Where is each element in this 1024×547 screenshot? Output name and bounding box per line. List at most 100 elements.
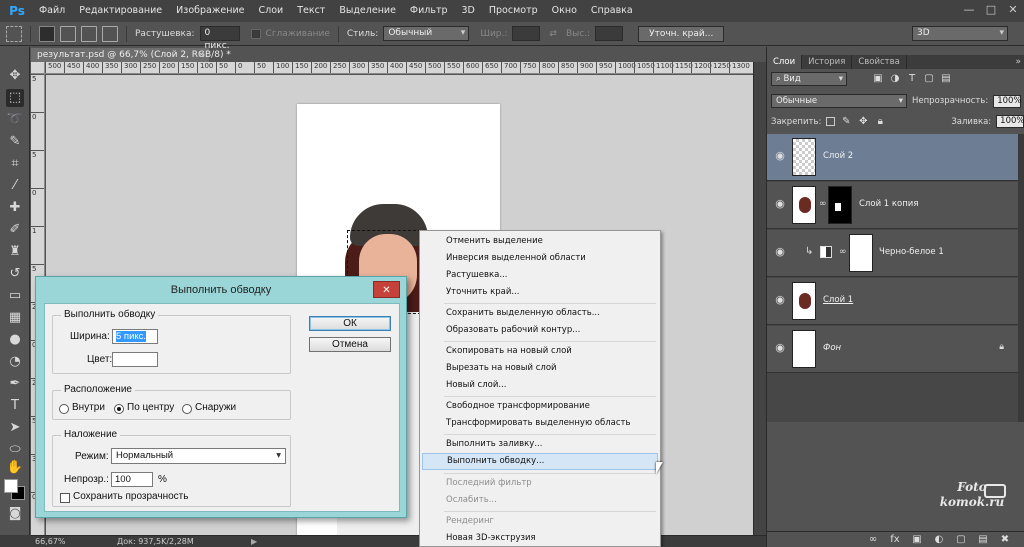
center-radio[interactable] (114, 404, 124, 414)
layer-mask-thumbnail[interactable] (828, 186, 852, 224)
marquee-preset-icon[interactable] (6, 25, 22, 42)
filter-type-icon[interactable]: T (906, 73, 918, 85)
quick-mask-icon[interactable]: ◙ (6, 505, 24, 523)
menu-view[interactable]: Просмотр (482, 0, 545, 22)
intersect-selection-icon[interactable] (102, 25, 118, 42)
menu-help[interactable]: Справка (584, 0, 640, 22)
menu-item-3d-extrusion[interactable]: Новая 3D-экструзия (422, 530, 658, 547)
menu-item-new-layer[interactable]: Новый слой... (422, 377, 658, 394)
zoom-level[interactable]: 66,67% (35, 536, 66, 547)
preserve-transparency-checkbox[interactable] (60, 493, 70, 503)
add-selection-icon[interactable] (60, 25, 76, 42)
document-tab[interactable]: результат.psd @ 66,7% (Слой 2, RGB/8) * … (31, 48, 231, 62)
lasso-tool-icon[interactable]: ➰ (6, 111, 24, 129)
chain-link-icon[interactable]: ∞ (819, 199, 827, 209)
ellipse-tool-icon[interactable]: ⬭ (6, 441, 24, 459)
feather-input[interactable]: 0 пикс. (199, 26, 240, 51)
marquee-tool-icon[interactable]: ⬚ (6, 89, 24, 107)
menu-file[interactable]: Файл (32, 0, 72, 22)
pen-tool-icon[interactable]: ✒ (6, 375, 24, 393)
menu-item-save-selection[interactable]: Сохранить выделенную область... (422, 305, 658, 322)
crop-tool-icon[interactable]: ⌗ (6, 155, 24, 173)
hand-tool-icon[interactable]: ✋ (6, 459, 24, 477)
chain-link-icon[interactable]: ∞ (839, 247, 847, 257)
layer-name[interactable]: Слой 1 копия (859, 199, 918, 209)
workspace-select[interactable]: 3D (912, 26, 1008, 41)
layer-name[interactable]: Фон (823, 343, 841, 353)
lock-brush-icon[interactable]: ✎ (840, 116, 852, 128)
new-layer-icon[interactable]: ▤ (977, 534, 989, 545)
move-tool-icon[interactable]: ✥ (6, 67, 24, 85)
blend-mode-select[interactable]: Нормальный (111, 448, 286, 464)
type-tool-icon[interactable]: T (6, 397, 24, 415)
refine-edge-button[interactable]: Уточн. край... (638, 25, 725, 42)
eraser-tool-icon[interactable]: ▭ (6, 287, 24, 305)
layer-filter-select[interactable]: ⌕ Вид (771, 72, 847, 86)
delete-layer-icon[interactable]: ✖ (999, 534, 1011, 545)
dialog-title[interactable]: Выполнить обводку (36, 277, 406, 303)
close-window-icon[interactable]: ✕ (1006, 3, 1020, 17)
ok-button[interactable]: ОК (309, 316, 391, 331)
subtract-selection-icon[interactable] (81, 25, 97, 42)
menu-item-feather[interactable]: Растушевка... (422, 267, 658, 284)
menu-item-transform-selection[interactable]: Трансформировать выделенную область (422, 415, 658, 432)
restore-icon[interactable]: □ (984, 3, 998, 17)
layer-name[interactable]: Слой 1 (823, 295, 853, 305)
brush-tool-icon[interactable]: ✐ (6, 221, 24, 239)
tab-properties[interactable]: Свойства (852, 55, 907, 69)
layer-row[interactable]: ◉ Фон 🔒︎ (767, 326, 1018, 373)
opacity-input[interactable]: 100% (993, 94, 1022, 108)
dialog-close-icon[interactable]: ✕ (373, 281, 400, 298)
panel-menu-icon[interactable]: » (1015, 55, 1021, 69)
menu-edit[interactable]: Редактирование (72, 0, 169, 22)
layers-scrollbar[interactable] (1018, 134, 1024, 422)
gradient-tool-icon[interactable]: ▦ (6, 309, 24, 327)
menu-item-make-work-path[interactable]: Образовать рабочий контур... (422, 322, 658, 339)
filter-adjustment-icon[interactable]: ◑ (889, 73, 901, 85)
stroke-color-swatch[interactable] (112, 352, 158, 367)
layer-row[interactable]: ◉ ∞ Слой 1 копия (767, 182, 1018, 229)
filter-pixel-icon[interactable]: ▣ (872, 73, 884, 85)
close-tab-icon[interactable]: × (197, 48, 205, 62)
opacity-input[interactable]: 100 (111, 472, 153, 487)
layer-name[interactable]: Слой 2 (823, 151, 853, 161)
layer-row[interactable]: ◉ Слой 1 (767, 278, 1018, 325)
path-select-tool-icon[interactable]: ➤ (6, 419, 24, 437)
layer-name[interactable]: Черно-белое 1 (879, 247, 944, 257)
quick-select-tool-icon[interactable]: ✎ (6, 133, 24, 151)
minimize-icon[interactable]: — (962, 3, 976, 17)
antialias-checkbox[interactable] (250, 28, 261, 39)
menu-item-deselect[interactable]: Отменить выделение (422, 233, 658, 250)
add-mask-icon[interactable]: ▣ (911, 534, 923, 545)
menu-item-free-transform[interactable]: Свободное трансформирование (422, 398, 658, 415)
lock-all-icon[interactable]: 🔒︎ (874, 116, 886, 128)
layer-style-icon[interactable]: fx (889, 534, 901, 545)
menu-3d[interactable]: 3D (455, 0, 482, 22)
menu-item-inverse[interactable]: Инверсия выделенной области (422, 250, 658, 267)
style-select[interactable]: Обычный (383, 26, 470, 41)
foreground-color-swatch[interactable] (4, 479, 18, 493)
new-selection-icon[interactable] (39, 25, 55, 42)
stamp-tool-icon[interactable]: ♜ (6, 243, 24, 261)
history-brush-tool-icon[interactable]: ↺ (6, 265, 24, 283)
menu-layers[interactable]: Слои (251, 0, 290, 22)
menu-item-fill[interactable]: Выполнить заливку... (422, 436, 658, 453)
layer-row[interactable]: ◉ Слой 2 (767, 134, 1018, 181)
menu-window[interactable]: Окно (545, 0, 584, 22)
new-group-icon[interactable]: ▢ (955, 534, 967, 545)
filter-shape-icon[interactable]: ▢ (923, 73, 935, 85)
document-scrollbar[interactable] (753, 62, 766, 535)
tab-history[interactable]: История (802, 55, 853, 69)
link-layers-icon[interactable]: ∞ (867, 534, 879, 545)
menu-filter[interactable]: Фильтр (403, 0, 455, 22)
width-input[interactable] (512, 26, 541, 41)
visibility-eye-icon[interactable]: ◉ (774, 342, 786, 354)
lock-transparent-icon[interactable] (826, 117, 836, 126)
status-menu-icon[interactable]: ▶ (251, 536, 257, 547)
outside-radio[interactable] (182, 404, 192, 414)
healing-tool-icon[interactable]: ✚ (6, 199, 24, 217)
stroke-width-input[interactable]: 5 пикс. (112, 329, 158, 344)
blend-mode-select[interactable]: Обычные (771, 94, 907, 108)
menu-type[interactable]: Текст (290, 0, 332, 22)
height-input[interactable] (595, 26, 624, 41)
